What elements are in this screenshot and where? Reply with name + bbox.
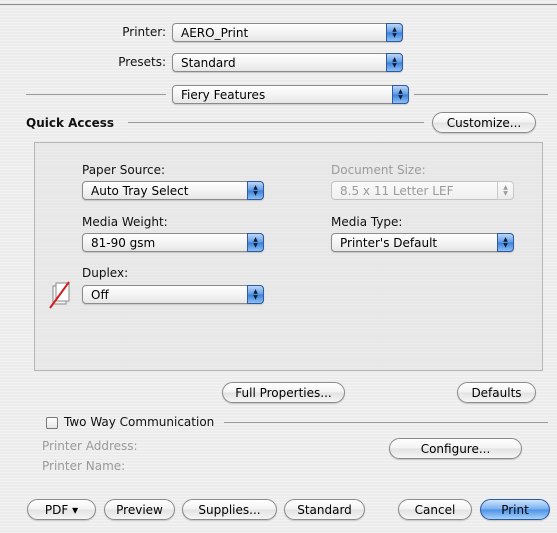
popup-arrows-icon: ▲ ▼ [247,285,264,304]
presets-popup[interactable]: Standard ▲ ▼ [172,53,403,72]
popup-arrows-icon: ▲ ▼ [247,181,264,200]
supplies-button[interactable]: Supplies... [182,499,277,520]
print-button[interactable]: Print [480,499,550,520]
duplex-off-icon [47,280,73,310]
popup-arrows-icon: ▲ ▼ [386,23,403,42]
printer-popup[interactable]: AERO_Print ▲ ▼ [172,23,403,42]
standard-button[interactable]: Standard [284,499,365,520]
paper-source-value: Auto Tray Select [91,183,189,198]
duplex-popup[interactable]: Off ▲ ▼ [82,285,264,304]
duplex-value: Off [91,287,109,302]
media-type-popup[interactable]: Printer's Default ▲ ▼ [331,233,514,252]
popup-arrows-icon: ▲ ▼ [497,181,514,200]
quick-access-divider [128,122,424,123]
top-divider [0,4,557,5]
two-way-checkbox[interactable] [46,417,58,429]
two-way-label: Two Way Communication [64,415,215,429]
document-size-value: 8.5 x 11 Letter LEF [340,183,454,198]
quick-access-title: Quick Access [26,116,115,130]
document-size-popup: 8.5 x 11 Letter LEF ▲ ▼ [331,181,514,200]
printer-label: Printer: [122,25,166,39]
presets-label: Presets: [118,55,166,69]
printer-address-label: Printer Address: [42,439,138,453]
section-divider-left [26,94,166,95]
pdf-menu-button[interactable]: PDF ▾ [27,499,96,520]
full-properties-button[interactable]: Full Properties... [222,382,345,403]
popup-arrows-icon: ▲ ▼ [247,233,264,252]
media-type-label: Media Type: [331,215,403,229]
duplex-label: Duplex: [82,266,129,280]
document-size-label: Document Size: [331,163,426,177]
popup-arrows-icon: ▲ ▼ [497,233,514,252]
media-weight-popup[interactable]: 81-90 gsm ▲ ▼ [82,233,264,252]
section-value: Fiery Features [181,87,266,102]
media-weight-label: Media Weight: [82,215,168,229]
media-weight-value: 81-90 gsm [91,235,156,250]
defaults-button[interactable]: Defaults [457,382,536,403]
paper-source-popup[interactable]: Auto Tray Select ▲ ▼ [82,181,264,200]
configure-button[interactable]: Configure... [389,438,522,459]
section-popup[interactable]: Fiery Features ▲ ▼ [172,85,409,104]
presets-value: Standard [181,55,236,70]
section-divider-right [414,94,548,95]
two-way-divider [224,422,548,423]
paper-source-label: Paper Source: [82,163,166,177]
cancel-button[interactable]: Cancel [398,499,472,520]
popup-arrows-icon: ▲ ▼ [392,85,409,104]
media-type-value: Printer's Default [340,235,438,250]
printer-value: AERO_Print [181,25,249,40]
customize-button[interactable]: Customize... [432,112,536,133]
popup-arrows-icon: ▲ ▼ [386,53,403,72]
printer-name-label: Printer Name: [42,459,126,473]
preview-button[interactable]: Preview [104,499,175,520]
